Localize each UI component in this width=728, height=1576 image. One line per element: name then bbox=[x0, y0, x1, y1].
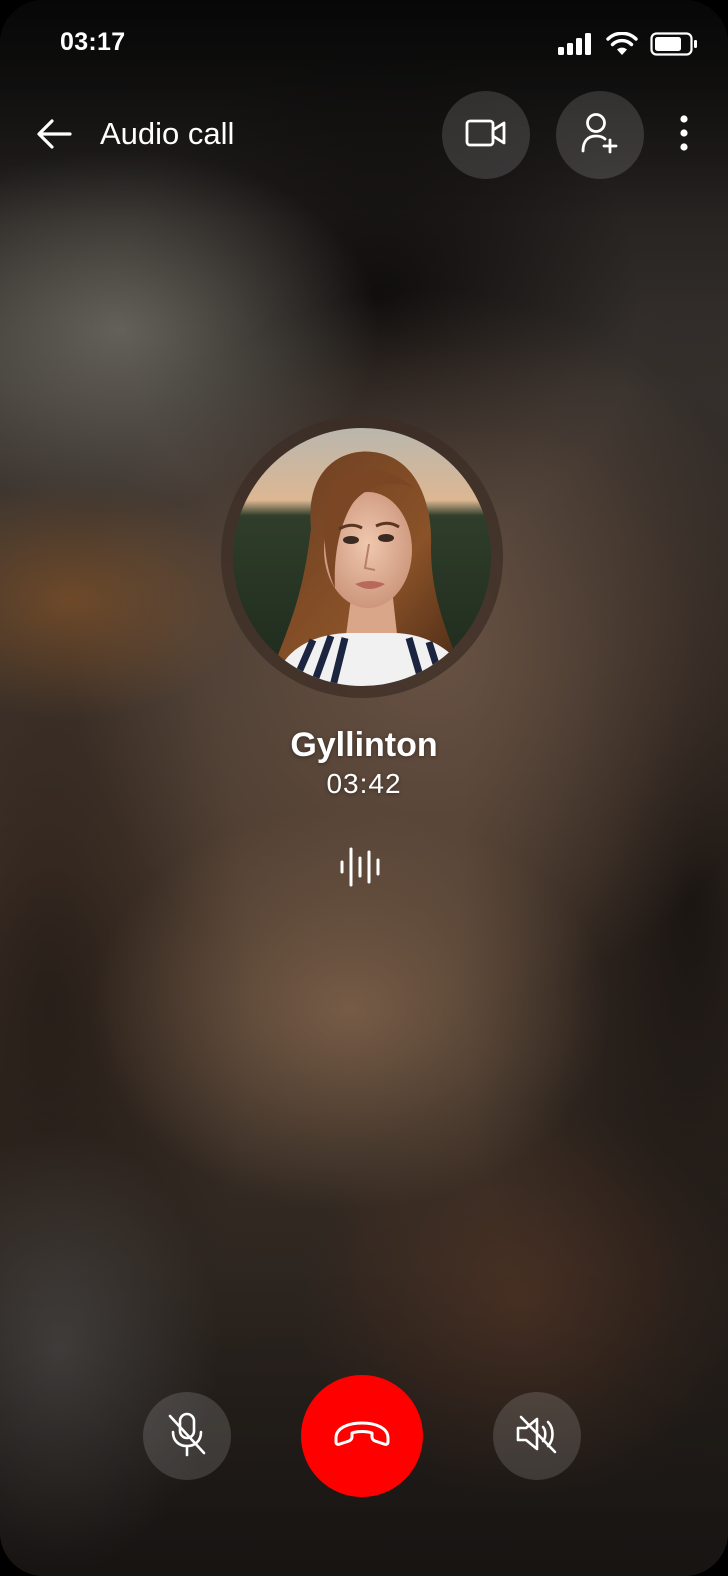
back-button[interactable] bbox=[30, 112, 78, 160]
video-call-button[interactable] bbox=[442, 91, 530, 179]
end-call-button[interactable] bbox=[301, 1375, 423, 1497]
speaker-muted-icon bbox=[515, 1413, 559, 1460]
status-time: 03:17 bbox=[60, 28, 126, 56]
audio-waveform-icon bbox=[340, 846, 384, 888]
more-options-button[interactable] bbox=[664, 110, 704, 160]
page-title: Audio call bbox=[100, 116, 235, 151]
user-plus-icon bbox=[580, 112, 620, 159]
microphone-off-icon bbox=[167, 1411, 207, 1462]
wifi-icon bbox=[606, 31, 638, 61]
video-camera-icon bbox=[465, 118, 507, 153]
cellular-signal-icon bbox=[558, 33, 594, 60]
mute-microphone-button[interactable] bbox=[143, 1392, 231, 1480]
call-duration: 03:42 bbox=[326, 768, 402, 799]
caller-name: Gyllinton bbox=[290, 726, 438, 764]
add-participant-button[interactable] bbox=[556, 91, 644, 179]
battery-icon bbox=[650, 32, 698, 61]
caller-avatar bbox=[233, 428, 491, 686]
speaker-off-button[interactable] bbox=[493, 1392, 581, 1480]
status-icons bbox=[558, 31, 698, 61]
status-bar: 03:17 bbox=[0, 0, 728, 88]
phone-hangup-icon bbox=[332, 1420, 392, 1453]
arrow-left-icon bbox=[34, 117, 74, 156]
vertical-dots-icon bbox=[679, 114, 689, 156]
call-screen: 03:17 Audio call Gyllinton 03:42 bbox=[0, 0, 728, 1576]
caller-avatar-photo bbox=[233, 428, 491, 686]
avatar-ring bbox=[221, 416, 503, 698]
